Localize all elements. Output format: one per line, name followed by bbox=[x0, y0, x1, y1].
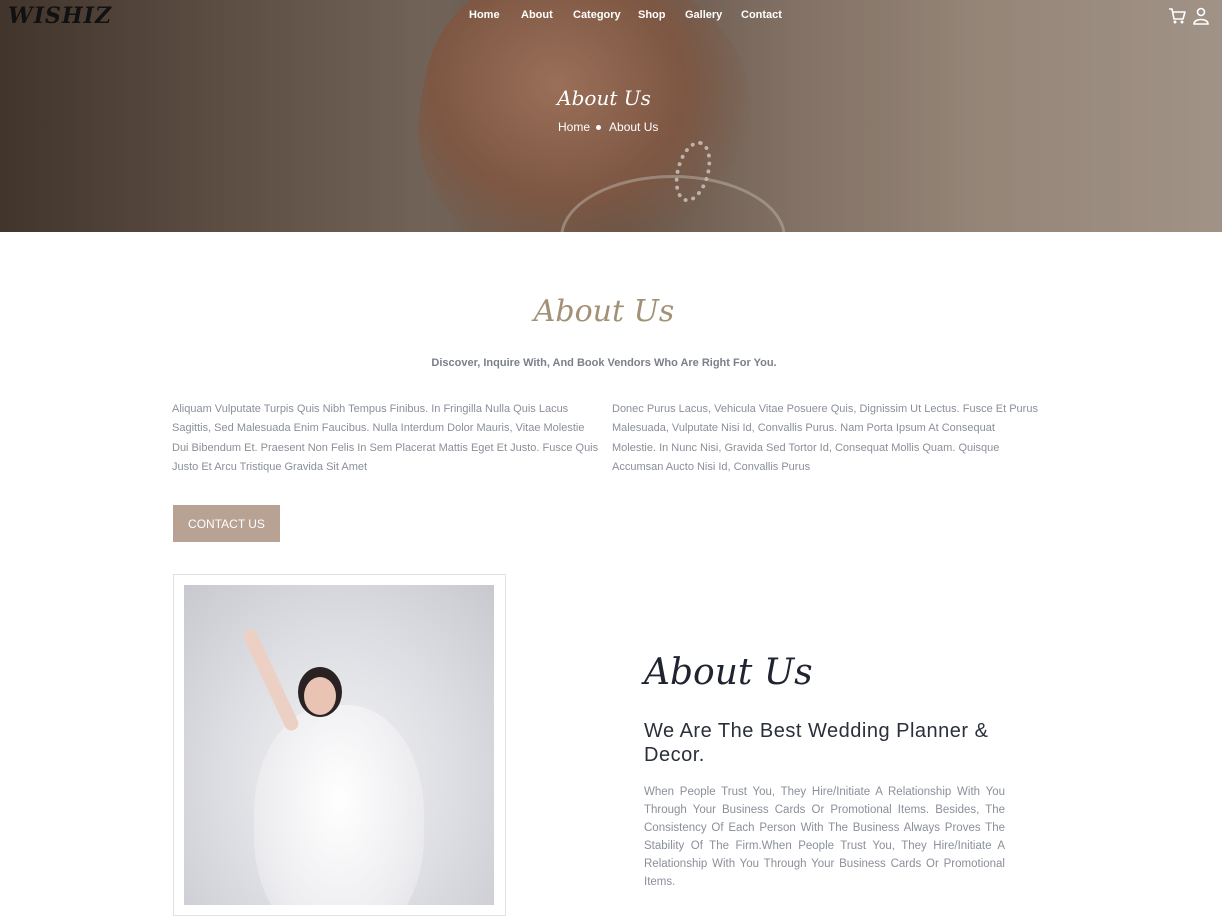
hero-overlay bbox=[0, 0, 1222, 232]
nav-gallery[interactable]: Gallery bbox=[685, 9, 722, 21]
user-icon[interactable] bbox=[1192, 7, 1210, 25]
about-section-title: About Us bbox=[533, 294, 675, 329]
breadcrumb-home[interactable]: Home bbox=[558, 120, 590, 134]
nav-category[interactable]: Category bbox=[573, 9, 621, 21]
hero-title: About Us bbox=[557, 86, 651, 110]
nav-about[interactable]: About bbox=[521, 9, 553, 21]
bride-face bbox=[304, 677, 336, 715]
breadcrumb-separator bbox=[596, 124, 602, 130]
cart-icon[interactable] bbox=[1168, 7, 1186, 25]
about-detail-heading: We Are The Best Wedding Planner & Decor. bbox=[644, 720, 989, 766]
brand-logo[interactable]: WISHIZ bbox=[8, 3, 112, 29]
contact-us-button[interactable]: CONTACT US bbox=[173, 505, 280, 542]
nav-contact[interactable]: Contact bbox=[741, 9, 782, 21]
about-paragraph-right: Donec Purus Lacus, Vehicula Vitae Posuer… bbox=[612, 403, 1038, 473]
breadcrumb-current: About Us bbox=[609, 120, 659, 134]
breadcrumb: Home About Us bbox=[558, 120, 658, 134]
bride-arm bbox=[241, 627, 301, 733]
about-detail-text: When People Trust You, They Hire/Initiat… bbox=[644, 786, 1005, 888]
nav-home[interactable]: Home bbox=[469, 9, 500, 21]
about-detail-title: About Us bbox=[644, 652, 813, 693]
bride-photo-frame bbox=[173, 574, 506, 916]
about-section-subtitle: Discover, Inquire With, And Book Vendors… bbox=[431, 357, 777, 369]
nav-shop[interactable]: Shop bbox=[638, 9, 666, 21]
bride-dress bbox=[254, 705, 424, 905]
hero-banner bbox=[0, 0, 1222, 232]
bride-photo bbox=[184, 585, 494, 905]
about-paragraph-left: Aliquam Vulputate Turpis Quis Nibh Tempu… bbox=[172, 403, 599, 473]
